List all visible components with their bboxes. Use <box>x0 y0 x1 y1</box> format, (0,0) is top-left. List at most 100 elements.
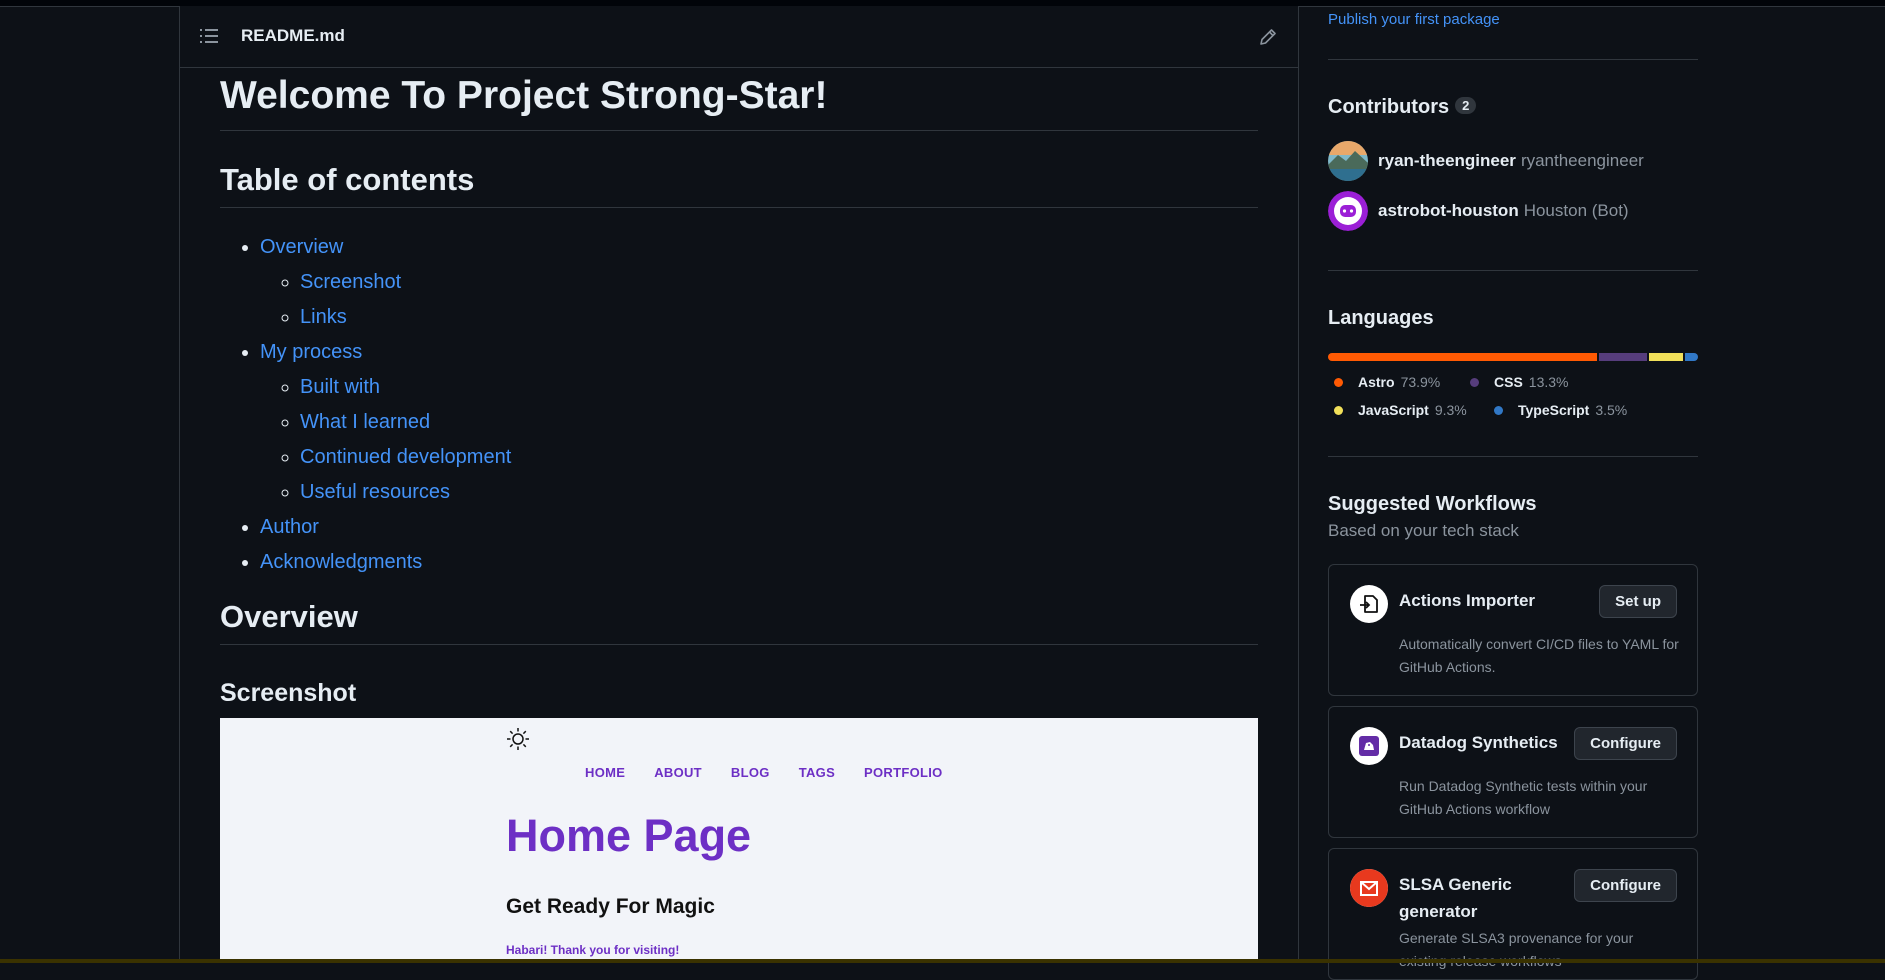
datadog-logo <box>1350 727 1388 765</box>
workflow-description: Generate SLSA3 provenance for your exist… <box>1399 930 1634 969</box>
screenshot-nav-item: TAGS <box>798 765 836 780</box>
screenshot-nav-item: ABOUT <box>654 765 702 780</box>
language-name: Astro <box>1358 374 1395 390</box>
language-bar <box>1328 353 1698 361</box>
toc-link-author[interactable]: Author <box>260 516 319 538</box>
language-item-astro[interactable]: Astro 73.9% <box>1334 374 1440 390</box>
contributor-row[interactable]: ryan-theengineer ryantheengineer <box>1328 141 1644 181</box>
toc-link-what-i-learned[interactable]: What I learned <box>300 411 430 433</box>
bot-avatar-icon <box>1328 191 1368 231</box>
avatar[interactable] <box>1328 191 1368 231</box>
language-name: JavaScript <box>1358 402 1429 418</box>
readme-panel: README.md Welcome To Project Strong-Star… <box>179 6 1299 963</box>
toc-link-useful-resources[interactable]: Useful resources <box>300 481 450 503</box>
toc-subitem: Continued development <box>300 440 1258 475</box>
contributors-title[interactable]: Contributors 2 <box>1328 96 1477 119</box>
workflow-description: Run Datadog Synthetic tests within your … <box>1399 778 1648 817</box>
readme-content: Welcome To Project Strong-Star! Table of… <box>220 68 1258 709</box>
toc-item: Author <box>260 510 1258 545</box>
language-item-typescript[interactable]: TypeScript 3.5% <box>1494 402 1627 418</box>
language-percent: 73.9% <box>1400 374 1441 390</box>
edit-pencil-icon[interactable] <box>1258 27 1278 47</box>
toc-subitem: What I learned <box>300 405 1258 440</box>
contributor-login[interactable]: astrobot-houston <box>1378 201 1519 221</box>
readme-header: README.md <box>180 6 1298 68</box>
workflow-card: Actions Importer Set up Automatically co… <box>1328 564 1698 696</box>
toc-item: Overview Screenshot Links <box>260 230 1258 335</box>
language-dot <box>1494 405 1503 415</box>
contributor-login[interactable]: ryan-theengineer <box>1378 151 1516 171</box>
publish-package-link[interactable]: Publish your first package <box>1328 11 1500 28</box>
readme-title-heading: Welcome To Project Strong-Star! <box>220 72 1258 131</box>
workflow-title: SLSA Generic generator <box>1399 875 1512 921</box>
slsa-logo <box>1350 869 1388 907</box>
screenshot-body-text: Habari! Thank you for visiting! <box>506 943 680 957</box>
language-bar-typescript <box>1685 353 1698 361</box>
toc-item: My process Built with What I learned Con… <box>260 335 1258 510</box>
toc-item: Acknowledgments <box>260 545 1258 580</box>
toc-subitem: Links <box>300 300 1258 335</box>
avatar[interactable] <box>1328 141 1368 181</box>
toc-link-screenshot[interactable]: Screenshot <box>300 271 401 293</box>
landscape-avatar-icon <box>1328 141 1368 181</box>
actions-importer-logo <box>1350 585 1388 623</box>
screenshot-nav: HOME ABOUT BLOG TAGS PORTFOLIO <box>585 765 943 780</box>
contributor-row[interactable]: astrobot-houston Houston (Bot) <box>1328 191 1629 231</box>
toc-heading: Table of contents <box>220 161 1258 208</box>
language-percent: 13.3% <box>1528 374 1569 390</box>
languages-title: Languages <box>1328 307 1434 329</box>
language-item-css[interactable]: CSS 13.3% <box>1470 374 1569 390</box>
toc-link-overview[interactable]: Overview <box>260 236 343 258</box>
toc-link-continued-development[interactable]: Continued development <box>300 446 511 468</box>
contributor-name: Houston (Bot) <box>1523 201 1629 220</box>
workflow-card: Datadog Synthetics Configure Run Datadog… <box>1328 706 1698 838</box>
language-percent: 9.3% <box>1434 402 1467 418</box>
language-percent: 3.5% <box>1595 402 1628 418</box>
language-name: TypeScript <box>1518 402 1590 418</box>
screenshot-image: HOME ABOUT BLOG TAGS PORTFOLIO Home Page… <box>220 718 1258 963</box>
language-dot <box>1334 377 1343 387</box>
language-bar-javascript <box>1649 353 1684 361</box>
readme-filename[interactable]: README.md <box>241 26 345 46</box>
configure-button[interactable]: Configure <box>1574 869 1677 902</box>
outline-list-icon[interactable] <box>200 28 218 44</box>
datadog-dog-icon <box>1359 736 1379 756</box>
screenshot-nav-item: PORTFOLIO <box>864 765 943 780</box>
toc-subitem: Screenshot <box>300 265 1258 300</box>
language-name: CSS <box>1494 374 1523 390</box>
workflows-subtitle: Based on your tech stack <box>1328 521 1519 540</box>
bottom-border <box>0 959 1885 963</box>
toc-link-my-process[interactable]: My process <box>260 341 362 363</box>
divider <box>1328 270 1698 271</box>
screenshot-nav-item: BLOG <box>730 765 770 780</box>
overview-heading: Overview <box>220 598 1258 645</box>
divider <box>1328 456 1698 457</box>
contributors-count-badge: 2 <box>1455 97 1477 114</box>
toc-link-links[interactable]: Links <box>300 306 347 328</box>
language-bar-astro <box>1328 353 1597 361</box>
screenshot-heading-text: Home Page <box>506 810 752 861</box>
set-up-button[interactable]: Set up <box>1599 585 1677 618</box>
toc-link-built-with[interactable]: Built with <box>300 376 380 398</box>
workflows-title: Suggested Workflows <box>1328 493 1537 515</box>
screenshot-subheading-text: Get Ready For Magic <box>506 895 715 918</box>
slsa-generator-icon <box>1350 869 1388 907</box>
toc-link-acknowledgments[interactable]: Acknowledgments <box>260 551 422 573</box>
import-file-icon <box>1360 595 1378 613</box>
language-bar-css <box>1599 353 1648 361</box>
language-item-javascript[interactable]: JavaScript 9.3% <box>1334 402 1467 418</box>
divider <box>1328 59 1698 60</box>
workflow-title: Actions Importer <box>1399 591 1536 610</box>
contributors-label: Contributors <box>1328 96 1450 118</box>
workflow-title: Datadog Synthetics <box>1399 733 1558 752</box>
language-dot <box>1470 377 1479 387</box>
toc-subitem: Built with <box>300 370 1258 405</box>
workflow-description: Automatically convert CI/CD files to YAM… <box>1399 636 1679 675</box>
screenshot-nav-item: HOME <box>585 765 626 780</box>
configure-button[interactable]: Configure <box>1574 727 1677 760</box>
toc-subitem: Useful resources <box>300 475 1258 510</box>
screenshot-heading: Screenshot <box>220 679 357 707</box>
sun-icon <box>507 728 529 750</box>
table-of-contents: Overview Screenshot Links My process Bui… <box>220 230 1258 580</box>
contributor-name: ryantheengineer <box>1520 151 1644 170</box>
